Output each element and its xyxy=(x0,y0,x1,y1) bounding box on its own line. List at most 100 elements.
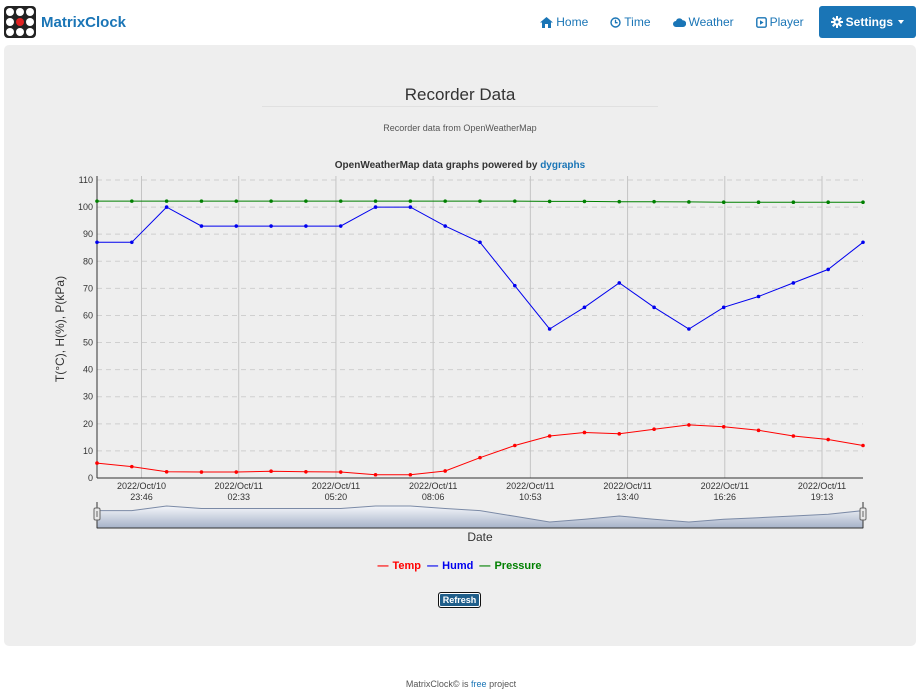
data-point-humd xyxy=(373,205,378,209)
data-point-humd xyxy=(826,267,830,272)
x-tick-date: 2022/Oct/11 xyxy=(798,481,846,491)
y-tick-label: 20 xyxy=(83,419,93,429)
navbar: MatrixClock Home Time Weather Player Set… xyxy=(0,0,922,44)
data-point-temp xyxy=(652,427,656,432)
gear-icon xyxy=(830,16,843,28)
clock-icon xyxy=(610,16,621,28)
data-point-temp xyxy=(513,443,517,448)
data-point-pressure xyxy=(304,199,308,203)
data-point-temp xyxy=(338,470,343,474)
y-tick-label: 100 xyxy=(78,202,93,212)
main-nav: Home Time Weather Player Settings xyxy=(529,6,916,38)
brand-name: MatrixClock xyxy=(41,13,127,31)
data-point-pressure xyxy=(513,199,517,203)
data-point-pressure xyxy=(861,200,865,205)
home-icon xyxy=(540,16,554,28)
data-point-humd xyxy=(95,240,99,245)
x-tick-time: 02:33 xyxy=(227,492,250,502)
matrix-logo-icon xyxy=(4,6,36,38)
x-tick-date: 2022/Oct/11 xyxy=(603,481,651,491)
data-point-humd xyxy=(756,294,761,299)
nav-player[interactable]: Player xyxy=(745,6,815,38)
data-point-humd xyxy=(408,205,413,209)
x-tick-date: 2022/Oct/11 xyxy=(312,481,360,491)
data-point-humd xyxy=(547,327,552,331)
data-point-temp xyxy=(304,469,308,474)
x-tick-date: 2022/Oct/10 xyxy=(117,481,166,491)
range-selector-area xyxy=(96,505,864,529)
data-point-temp xyxy=(478,455,482,460)
data-point-humd xyxy=(164,205,169,209)
footer-prefix: MatrixClock© is xyxy=(405,679,469,689)
nav-weather[interactable]: Weather xyxy=(662,6,745,38)
data-point-pressure xyxy=(687,200,691,204)
data-point-humd xyxy=(234,224,239,228)
data-point-pressure xyxy=(269,199,273,203)
data-point-temp xyxy=(826,437,830,442)
data-point-temp xyxy=(408,472,413,477)
chevron-down-icon xyxy=(898,20,904,24)
data-point-humd xyxy=(199,224,204,228)
data-point-pressure xyxy=(164,199,169,203)
x-tick-time: 23:46 xyxy=(130,492,153,502)
data-point-pressure xyxy=(199,199,204,203)
data-point-pressure xyxy=(234,199,239,203)
data-point-temp xyxy=(269,469,273,474)
data-point-temp xyxy=(95,461,99,465)
data-point-humd xyxy=(443,224,447,228)
nav-home-label: Home xyxy=(556,15,589,29)
weather-chart[interactable]: 0 10 20 30 40 50 60 70 80 90 100 110 2022/Oct/1023:4… xyxy=(4,45,916,555)
x-tick-date: 2022/Oct/11 xyxy=(701,481,749,491)
data-point-humd xyxy=(338,224,343,228)
nav-settings[interactable]: Settings xyxy=(818,6,916,38)
data-point-humd xyxy=(130,240,134,245)
data-point-temp xyxy=(373,472,378,477)
data-point-humd xyxy=(269,224,273,228)
data-point-temp xyxy=(721,424,726,429)
data-point-pressure xyxy=(373,199,378,203)
data-point-pressure xyxy=(582,199,587,204)
x-tick-date: 2022/Oct/11 xyxy=(215,481,263,491)
data-point-humd xyxy=(513,283,517,288)
y-tick-label: 30 xyxy=(83,392,93,402)
data-point-temp xyxy=(234,470,239,474)
nav-time[interactable]: Time xyxy=(599,6,661,38)
data-point-temp xyxy=(199,470,204,474)
data-point-temp xyxy=(443,469,447,473)
data-point-temp xyxy=(547,434,552,438)
data-point-temp xyxy=(164,469,169,474)
recorder-panel: Recorder Data Recorder data from OpenWea… xyxy=(4,45,916,646)
data-point-temp xyxy=(582,430,587,435)
series-line-temp xyxy=(96,424,864,476)
refresh-button[interactable]: Refresh xyxy=(438,592,481,608)
data-point-pressure xyxy=(130,199,134,203)
legend-pressure: — Pressure xyxy=(479,560,542,572)
y-axis-label: T(°C), H(%), P(kPa) xyxy=(53,276,67,382)
data-point-humd xyxy=(721,305,726,310)
x-tick-date: 2022/Oct/11 xyxy=(409,481,457,491)
data-point-humd xyxy=(791,281,796,285)
data-point-temp xyxy=(130,464,134,469)
data-point-pressure xyxy=(721,200,726,205)
y-tick-label: 90 xyxy=(83,229,93,239)
data-point-pressure xyxy=(826,200,830,205)
nav-time-label: Time xyxy=(624,15,651,29)
legend-humd: — Humd xyxy=(427,560,474,572)
footer-suffix: project xyxy=(489,679,517,689)
nav-home[interactable]: Home xyxy=(529,6,599,38)
y-tick-label: 110 xyxy=(79,175,93,185)
x-tick-time: 08:06 xyxy=(422,492,445,502)
brand-link[interactable]: MatrixClock xyxy=(4,5,126,39)
data-point-humd xyxy=(478,240,482,245)
data-point-pressure xyxy=(95,199,99,203)
data-point-pressure xyxy=(756,200,761,205)
range-selector[interactable] xyxy=(93,502,867,529)
y-tick-label: 50 xyxy=(83,338,93,348)
y-tick-label: 80 xyxy=(83,256,93,266)
footer-free-link[interactable]: free xyxy=(471,679,487,689)
data-point-humd xyxy=(861,240,865,245)
y-tick-label: 0 xyxy=(88,473,93,483)
y-tick-label: 60 xyxy=(83,310,93,320)
data-point-pressure xyxy=(652,199,656,204)
series-line-humd xyxy=(97,206,864,330)
